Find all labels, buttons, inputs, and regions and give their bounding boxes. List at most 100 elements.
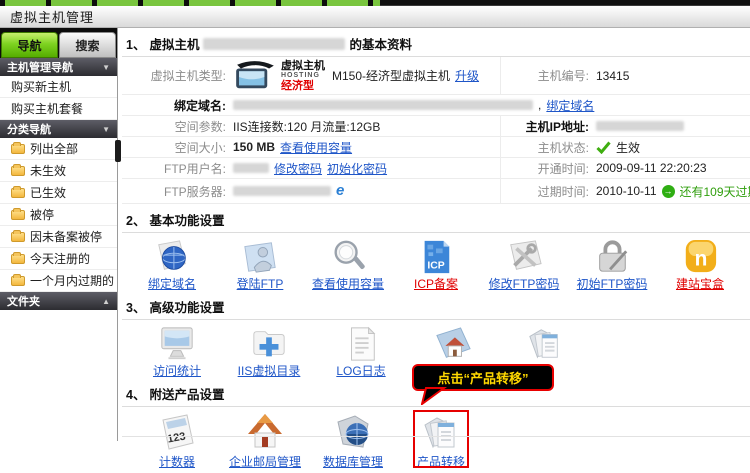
- domain-separator: ,: [538, 98, 541, 112]
- lock-icon: [590, 239, 634, 275]
- feature-icp-record-link[interactable]: ICP备案: [414, 277, 458, 291]
- callout-tail: [421, 387, 447, 405]
- ftp-login-icon: [238, 239, 282, 275]
- hosting-type-badge: 虚拟主机 HOSTING 经济型: [233, 60, 325, 92]
- view-usage-link[interactable]: 查看使用容量: [280, 139, 352, 156]
- space-size-value: 150 MB: [233, 140, 275, 154]
- label: 今天注册的: [30, 250, 90, 267]
- label: 未生效: [30, 162, 66, 179]
- sidebar-item-active[interactable]: 已生效: [0, 182, 117, 204]
- row-space-size: 空间大小: 150 MB 查看使用容量: [122, 137, 500, 158]
- folder-icon: [11, 188, 25, 198]
- magnifier-icon: [326, 239, 370, 275]
- sidebar-item-list-all[interactable]: 列出全部: [0, 138, 117, 160]
- hosting-monitor-icon: [233, 60, 277, 92]
- section3-number: 3、: [126, 297, 145, 316]
- expire-date-value: 2010-10-11: [596, 184, 657, 198]
- section1-prefix: 虚拟主机: [149, 34, 199, 53]
- svg-text:ICP: ICP: [427, 260, 444, 271]
- folder-icon: [11, 166, 25, 176]
- row-expire-time: 过期时间: 2010-10-11 → 还有109天过期 续费: [500, 179, 750, 204]
- redacted-ftp-user: [233, 163, 269, 173]
- host-status-label: 主机状态:: [501, 139, 589, 156]
- init-password-link[interactable]: 初始化密码: [327, 160, 387, 177]
- feature-init-ftp-password[interactable]: 初始FTP密码: [574, 239, 650, 292]
- page-title: 虚拟主机管理: [10, 7, 94, 26]
- sidebar-tabs: 导航 搜索: [0, 28, 117, 58]
- feature-database-link[interactable]: 数据库管理: [323, 455, 383, 469]
- chevron-down-icon: ▼: [102, 63, 110, 72]
- feature-iis-virtual-dir[interactable]: IIS虚拟目录: [226, 326, 312, 379]
- sidebar-item-buy-new-host[interactable]: 购买新主机: [0, 76, 117, 98]
- feature-bind-domain-link[interactable]: 绑定域名: [148, 277, 196, 291]
- feature-view-usage-link[interactable]: 查看使用容量: [312, 277, 384, 291]
- sidebar-item-registered-today[interactable]: 今天注册的: [0, 248, 117, 270]
- check-icon: [596, 141, 611, 154]
- section2-title: 基本功能设置: [149, 210, 224, 229]
- feature-init-ftp-password-link[interactable]: 初始FTP密码: [577, 277, 648, 291]
- tab-search[interactable]: 搜索: [59, 32, 116, 58]
- folder-icon: [11, 232, 25, 242]
- green-segments: [0, 0, 380, 6]
- nicebox-icon: n: [678, 239, 722, 275]
- badge-sub: HOSTING: [281, 71, 325, 81]
- label: 购买新主机: [11, 78, 71, 95]
- green-arrow-icon: →: [662, 185, 675, 198]
- folder-plus-icon: [247, 326, 291, 362]
- feature-change-ftp-password[interactable]: 修改FTP密码: [486, 239, 562, 292]
- bind-domain-link[interactable]: 绑定域名: [546, 97, 594, 114]
- documents-folder-icon: [523, 326, 567, 362]
- upgrade-link[interactable]: 升级: [455, 67, 479, 84]
- feature-visit-stats[interactable]: 访问统计: [134, 326, 220, 379]
- tab-navigation[interactable]: 导航: [1, 32, 58, 58]
- feature-change-ftp-password-link[interactable]: 修改FTP密码: [489, 277, 560, 291]
- section3-heading: 3、 高级功能设置: [122, 295, 750, 320]
- redacted-ip: [596, 121, 684, 131]
- feature-log[interactable]: LOG日志: [318, 326, 404, 379]
- feature-bind-domain[interactable]: 绑定域名: [134, 239, 210, 292]
- open-time-value: 2009-09-11 22:20:23: [596, 161, 707, 175]
- sidebar-item-stopped-no-icp[interactable]: 因未备案被停: [0, 226, 117, 248]
- feature-visit-stats-link[interactable]: 访问统计: [153, 364, 201, 378]
- sidebar-item-stopped[interactable]: 被停: [0, 204, 117, 226]
- redacted-ftp-server: [233, 186, 331, 196]
- feature-sitebuilder-box-link[interactable]: 建站宝盒: [676, 277, 724, 291]
- feature-log-link[interactable]: LOG日志: [336, 364, 385, 378]
- feature-icp-record[interactable]: ICP ICP备案: [398, 239, 474, 292]
- section1-number: 1、: [126, 34, 145, 53]
- feature-sitebuilder-box[interactable]: n 建站宝盒: [662, 239, 738, 292]
- chevron-down-icon: ▼: [102, 125, 110, 134]
- host-info-table: 虚拟主机类型: 虚拟主机 HOSTING 经济型 M150-经济型虚拟主机: [122, 57, 750, 204]
- globe-folder-icon: [150, 239, 194, 275]
- group-folders-title: 文件夹: [7, 293, 40, 309]
- sidebar-item-not-active[interactable]: 未生效: [0, 160, 117, 182]
- group-folders[interactable]: 文件夹 ▲: [0, 292, 117, 310]
- group-category-nav[interactable]: 分类导航 ▼: [0, 120, 117, 138]
- row-host-status: 主机状态: 生效: [500, 137, 750, 158]
- change-password-link[interactable]: 修改密码: [274, 160, 322, 177]
- folder-icon: [11, 210, 25, 220]
- icp-document-icon: ICP: [414, 239, 458, 275]
- row-ftp-server: FTP服务器: e: [122, 179, 500, 204]
- hosting-badge-text: 虚拟主机 HOSTING 经济型: [281, 61, 325, 91]
- feature-counter-link[interactable]: 计数器: [159, 455, 195, 469]
- feature-iis-virtual-dir-link[interactable]: IIS虚拟目录: [238, 364, 301, 378]
- sidebar-item-buy-host-plan[interactable]: 购买主机套餐: [0, 98, 117, 120]
- group-host-management[interactable]: 主机管理导航 ▼: [0, 58, 117, 76]
- ie-browser-icon[interactable]: e: [336, 185, 344, 197]
- section2-heading: 2、 基本功能设置: [122, 208, 750, 233]
- expire-time-label: 过期时间:: [501, 183, 589, 200]
- space-size-label: 空间大小:: [122, 139, 226, 156]
- host-ip-label: 主机IP地址:: [501, 118, 589, 135]
- feature-enterprise-mail-link[interactable]: 企业邮局管理: [229, 455, 301, 469]
- redacted-domain-list: [233, 100, 533, 110]
- feature-ftp-login[interactable]: 登陆FTP: [222, 239, 298, 292]
- label: 已生效: [30, 184, 66, 201]
- feature-product-transfer-link[interactable]: 产品转移: [417, 455, 465, 469]
- host-type-label: 虚拟主机类型:: [122, 67, 226, 84]
- feature-view-usage[interactable]: 查看使用容量: [310, 239, 386, 292]
- sidebar-item-expiring-month[interactable]: 一个月内过期的: [0, 270, 117, 292]
- feature-ftp-login-link[interactable]: 登陆FTP: [237, 277, 284, 291]
- open-time-label: 开通时间:: [501, 160, 589, 177]
- section4-number: 4、: [126, 384, 145, 403]
